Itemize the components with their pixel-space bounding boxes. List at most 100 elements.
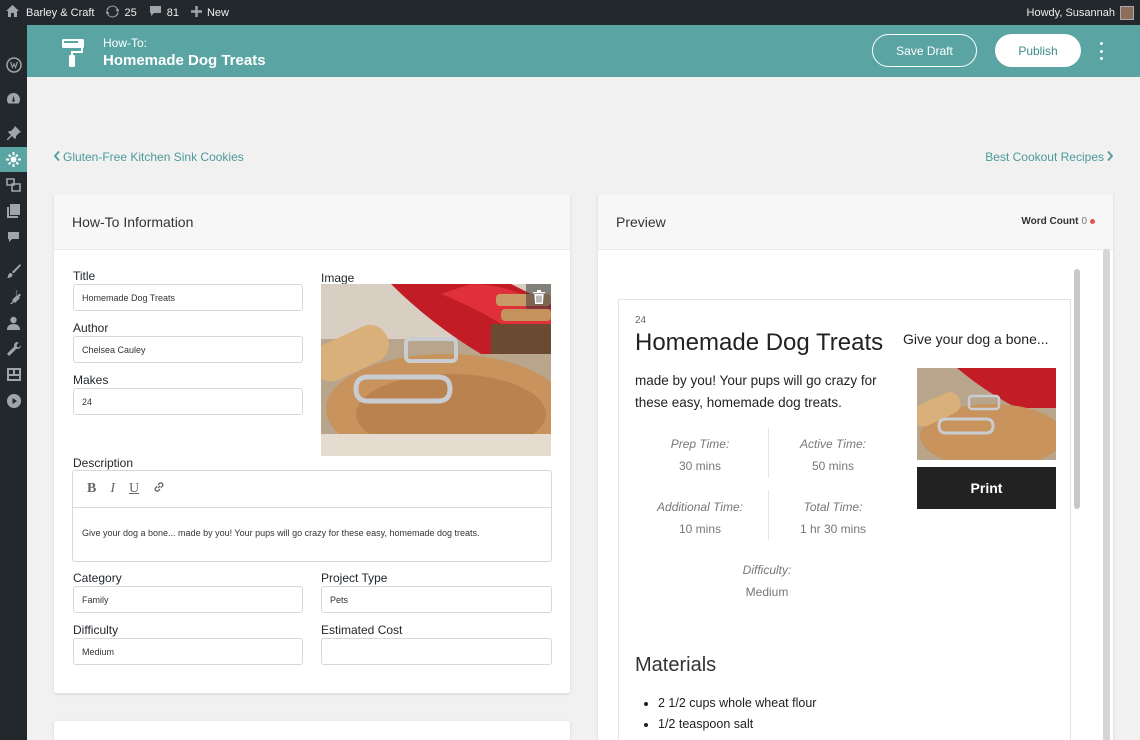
word-count-label: Word Count — [1021, 216, 1079, 227]
list-item: 2 1/2 cups whole wheat flour — [658, 693, 816, 714]
project-type-input[interactable]: Pets — [321, 586, 552, 613]
page-title: Homemade Dog Treats — [103, 52, 266, 69]
comments-menu-icon[interactable] — [4, 227, 23, 246]
makes-input[interactable]: 24 — [73, 388, 303, 415]
list-item: 1/2 teaspoon salt — [658, 714, 816, 735]
link-icon[interactable] — [153, 481, 165, 498]
more-options-icon[interactable] — [1095, 39, 1107, 63]
chevron-right-icon — [1107, 150, 1114, 164]
previous-post-label: Gluten-Free Kitchen Sink Cookies — [63, 150, 244, 164]
preview-recipe-title: Homemade Dog Treats — [635, 329, 884, 356]
italic-button[interactable]: I — [110, 481, 115, 497]
preview-image — [917, 368, 1056, 460]
howto-information-panel: How-To Information Title Homemade Dog Tr… — [54, 194, 570, 693]
prep-time: Prep Time: 30 mins — [630, 437, 770, 473]
underline-button[interactable]: U — [129, 481, 139, 497]
publish-button[interactable]: Publish — [995, 34, 1081, 67]
next-panel — [54, 721, 570, 740]
paint-roller-icon — [61, 38, 85, 73]
prep-time-label: Prep Time: — [670, 437, 730, 451]
admin-sidebar — [0, 25, 27, 740]
page-kicker: How-To: — [103, 36, 148, 50]
featured-image[interactable] — [321, 284, 551, 456]
pages-icon[interactable] — [4, 201, 23, 220]
media-icon[interactable] — [4, 175, 23, 194]
chevron-left-icon — [53, 150, 60, 164]
divider — [768, 490, 769, 540]
next-post-link[interactable]: Best Cookout Recipes — [985, 150, 1114, 164]
new-label: New — [206, 6, 229, 19]
trash-icon[interactable] — [526, 284, 551, 309]
plugins-icon[interactable] — [4, 287, 23, 306]
site-name-link[interactable]: Barley & Craft — [0, 0, 100, 25]
active-time: Active Time: 50 mins — [763, 437, 903, 473]
difficulty-label-preview: Difficulty: — [742, 563, 792, 577]
avatar — [1120, 5, 1134, 20]
estimated-cost-label: Estimated Cost — [321, 623, 403, 637]
status-dot-icon — [1090, 219, 1095, 224]
divider — [768, 428, 769, 478]
preview-panel: Preview Word Count 0 24 Homemade Dog Tre… — [598, 194, 1113, 740]
new-content-link[interactable]: New — [185, 0, 235, 25]
site-name-label: Barley & Craft — [26, 6, 95, 19]
author-label: Author — [73, 321, 109, 335]
author-input[interactable]: Chelsea Cauley — [73, 336, 303, 363]
makes-label: Makes — [73, 373, 109, 387]
account-menu[interactable]: Howdy, Susannah — [1021, 0, 1140, 25]
print-button[interactable]: Print — [917, 467, 1056, 509]
description-editor[interactable]: B I U Give your dog a bone... made by yo… — [72, 470, 552, 562]
panel-title: How-To Information — [54, 194, 570, 250]
difficulty: Difficulty: Medium — [697, 563, 837, 599]
preview-header: Preview Word Count 0 — [598, 194, 1113, 250]
preview-makes: 24 — [635, 315, 647, 326]
preview-card: 24 Homemade Dog Treats made by you! Your… — [618, 299, 1071, 740]
title-input[interactable]: Homemade Dog Treats — [73, 284, 303, 311]
total-time-value: 1 hr 30 mins — [799, 522, 867, 536]
dashboard-icon[interactable] — [4, 89, 23, 108]
description-label: Description — [73, 456, 134, 470]
next-post-label: Best Cookout Recipes — [985, 150, 1104, 164]
word-count-value: 0 — [1081, 216, 1087, 227]
category-input[interactable]: Family — [73, 586, 303, 613]
category-label: Category — [73, 571, 122, 585]
comments-count: 81 — [166, 6, 179, 19]
editor-toolbar: B I U — [73, 471, 551, 508]
pin-icon[interactable] — [4, 123, 23, 142]
save-draft-button[interactable]: Save Draft — [872, 34, 977, 67]
editor-header: How-To: Homemade Dog Treats Save Draft P… — [27, 25, 1140, 77]
updates-link[interactable]: 25 — [100, 0, 142, 25]
estimated-cost-input[interactable] — [321, 638, 552, 665]
active-time-label: Active Time: — [800, 437, 866, 451]
previous-post-link[interactable]: Gluten-Free Kitchen Sink Cookies — [53, 150, 244, 164]
updates-count: 25 — [124, 6, 137, 19]
updates-icon — [105, 5, 121, 21]
additional-time-value: 10 mins — [678, 522, 722, 536]
settings-grid-icon[interactable] — [4, 365, 23, 384]
home-icon — [6, 5, 19, 20]
comment-icon — [149, 5, 162, 20]
bold-button[interactable]: B — [87, 481, 96, 497]
preview-scrollbar[interactable] — [1074, 269, 1080, 509]
appearance-icon[interactable] — [4, 261, 23, 280]
wordpress-logo-icon[interactable] — [4, 55, 23, 74]
users-icon[interactable] — [4, 313, 23, 332]
materials-list: 2 1/2 cups whole wheat flour 1/2 teaspoo… — [658, 693, 816, 735]
additional-time: Additional Time: 10 mins — [630, 500, 770, 536]
preview-tagline: Give your dog a bone... — [903, 331, 1049, 347]
admin-bar: Barley & Craft 25 81 New Howdy, Susannah — [0, 0, 1140, 25]
image-label: Image — [321, 271, 355, 285]
difficulty-input[interactable]: Medium — [73, 638, 303, 665]
preview-title: Preview — [616, 213, 666, 230]
comments-link[interactable]: 81 — [143, 0, 185, 25]
play-circle-icon[interactable] — [4, 391, 23, 410]
project-type-label: Project Type — [321, 571, 388, 585]
howto-menu-icon[interactable] — [0, 147, 27, 172]
additional-time-label: Additional Time: — [657, 500, 743, 514]
outer-scrollbar[interactable] — [1103, 249, 1110, 740]
dog-treats-photo — [321, 284, 551, 456]
tools-icon[interactable] — [4, 339, 23, 358]
description-text[interactable]: Give your dog a bone... made by you! You… — [73, 508, 551, 558]
materials-heading: Materials — [635, 654, 717, 676]
total-time: Total Time: 1 hr 30 mins — [763, 500, 903, 536]
title-label: Title — [73, 269, 96, 283]
